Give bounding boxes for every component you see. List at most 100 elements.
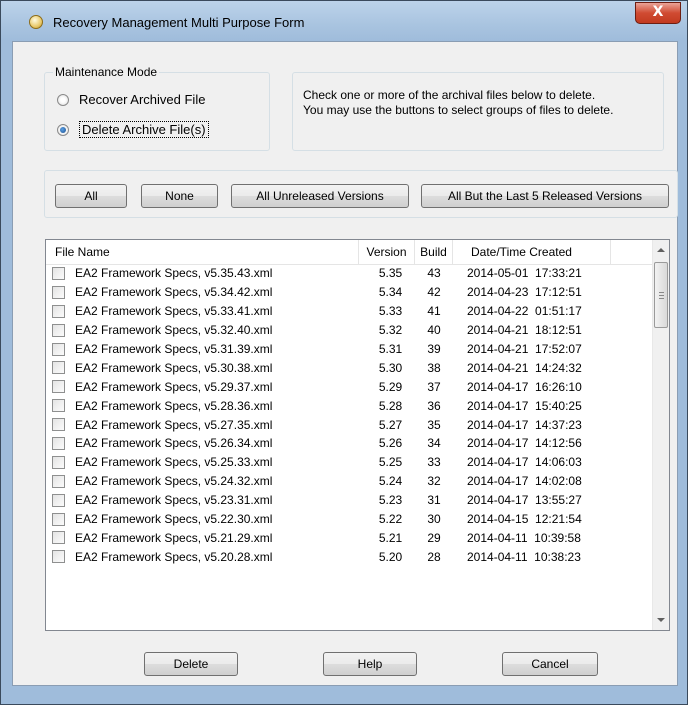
date-created: 2014-05-01 17:33:21 <box>467 266 582 281</box>
grip-line <box>659 298 664 299</box>
date-created-cell: 2014-04-23 17:12:51 <box>453 285 611 299</box>
build-cell: 28 <box>427 549 441 564</box>
file-name-cell: EA2 Framework Specs, v5.22.30.xml <box>46 512 366 526</box>
version-cell: 5.30 <box>378 360 403 375</box>
table-row[interactable]: EA2 Framework Specs, v5.31.39.xml 5.31 39 2… <box>46 340 652 359</box>
delete-archive-files-radio[interactable]: Delete Archive File(s) <box>57 121 209 138</box>
table-row[interactable]: EA2 Framework Specs, v5.22.30.xml 5.22 30 2… <box>46 510 652 529</box>
scroll-thumb[interactable] <box>654 262 668 328</box>
build-cell: 34 <box>427 436 441 451</box>
file-name-cell: EA2 Framework Specs, v5.35.43.xml <box>46 266 366 280</box>
table-row[interactable]: EA2 Framework Specs, v5.34.42.xml 5.34 42 2… <box>46 283 652 302</box>
select-all-but-last-5-button[interactable]: All But the Last 5 Released Versions <box>421 184 669 208</box>
row-checkbox[interactable] <box>52 342 65 356</box>
date-created-cell: 2014-04-11 10:38:23 <box>453 550 611 564</box>
table-row[interactable]: EA2 Framework Specs, v5.27.35.xml 5.27 35 2… <box>46 415 652 434</box>
table-row[interactable]: EA2 Framework Specs, v5.23.31.xml 5.23 31 2… <box>46 491 652 510</box>
vertical-scrollbar[interactable] <box>652 240 669 630</box>
column-header-file-name[interactable]: File Name <box>46 240 359 264</box>
table-row[interactable]: EA2 Framework Specs, v5.29.37.xml 5.29 37 2… <box>46 377 652 396</box>
column-header-build[interactable]: Build <box>415 240 453 264</box>
window-title: Recovery Management Multi Purpose Form <box>53 15 305 30</box>
date-created: 2014-04-17 14:02:08 <box>467 474 582 489</box>
scroll-up-arrow-icon[interactable] <box>657 248 665 252</box>
maintenance-mode-group: Maintenance Mode Recover Archived File D… <box>44 65 270 151</box>
select-none-button[interactable]: None <box>141 184 218 208</box>
column-header-version[interactable]: Version <box>359 240 415 264</box>
file-name: EA2 Framework Specs, v5.22.30.xml <box>75 512 273 527</box>
date-created: 2014-04-21 14:24:32 <box>467 360 582 375</box>
file-name: EA2 Framework Specs, v5.20.28.xml <box>75 549 273 564</box>
help-button[interactable]: Help <box>323 652 417 676</box>
row-checkbox[interactable] <box>52 512 65 526</box>
app-icon <box>29 15 43 29</box>
row-checkbox[interactable] <box>52 380 65 394</box>
instructions-text: Check one or more of the archival files … <box>303 88 613 118</box>
radio-button[interactable] <box>57 93 69 106</box>
table-row[interactable]: EA2 Framework Specs, v5.28.36.xml 5.28 36 2… <box>46 396 652 415</box>
version-cell: 5.34 <box>378 285 403 300</box>
date-created: 2014-04-17 13:55:27 <box>467 493 582 508</box>
date-created: 2014-04-11 10:39:58 <box>467 530 581 545</box>
build-cell: 33 <box>427 455 441 470</box>
table-row[interactable]: EA2 Framework Specs, v5.35.43.xml 5.35 43 2… <box>46 264 652 283</box>
title-bar[interactable]: Recovery Management Multi Purpose Form X <box>1 1 687 41</box>
cancel-button[interactable]: Cancel <box>502 652 598 676</box>
archive-file-list[interactable]: File Name Version Build Date/Time Create… <box>45 239 670 631</box>
table-row[interactable]: EA2 Framework Specs, v5.33.41.xml 5.33 41 2… <box>46 302 652 321</box>
file-name-cell: EA2 Framework Specs, v5.20.28.xml <box>46 550 366 564</box>
date-created: 2014-04-17 16:26:10 <box>467 379 582 394</box>
recover-archived-file-radio[interactable]: Recover Archived File <box>57 92 205 107</box>
file-name-cell: EA2 Framework Specs, v5.33.41.xml <box>46 304 366 318</box>
table-row[interactable]: EA2 Framework Specs, v5.24.32.xml 5.24 32 2… <box>46 472 652 491</box>
date-created: 2014-04-17 14:12:56 <box>467 436 582 451</box>
row-checkbox[interactable] <box>52 323 65 337</box>
row-checkbox[interactable] <box>52 266 65 280</box>
row-checkbox[interactable] <box>52 418 65 432</box>
select-all-button[interactable]: All <box>55 184 127 208</box>
build-cell: 40 <box>427 323 441 338</box>
date-created-cell: 2014-04-11 10:39:58 <box>453 531 611 545</box>
file-name-cell: EA2 Framework Specs, v5.24.32.xml <box>46 474 366 488</box>
build-cell: 41 <box>427 304 441 319</box>
table-row[interactable]: EA2 Framework Specs, v5.20.28.xml 5.20 28 2… <box>46 547 652 566</box>
row-checkbox[interactable] <box>52 531 65 545</box>
file-name: EA2 Framework Specs, v5.26.34.xml <box>75 436 273 451</box>
row-checkbox[interactable] <box>52 304 65 318</box>
row-checkbox[interactable] <box>52 474 65 488</box>
build-cell: 36 <box>427 398 441 413</box>
row-checkbox[interactable] <box>52 455 65 469</box>
column-header-date-created[interactable]: Date/Time Created <box>453 240 611 264</box>
select-unreleased-button[interactable]: All Unreleased Versions <box>231 184 409 208</box>
row-checkbox[interactable] <box>52 399 65 413</box>
scroll-down-arrow-icon[interactable] <box>657 618 665 622</box>
instructions-group: Check one or more of the archival files … <box>292 72 664 151</box>
file-name-cell: EA2 Framework Specs, v5.28.36.xml <box>46 399 366 413</box>
table-row[interactable]: EA2 Framework Specs, v5.21.29.xml 5.21 29 2… <box>46 528 652 547</box>
delete-button[interactable]: Delete <box>144 652 238 676</box>
file-name: EA2 Framework Specs, v5.35.43.xml <box>75 266 273 281</box>
close-button[interactable]: X <box>635 2 681 24</box>
file-name: EA2 Framework Specs, v5.33.41.xml <box>75 304 273 319</box>
file-name-cell: EA2 Framework Specs, v5.23.31.xml <box>46 493 366 507</box>
build-cell: 29 <box>427 530 441 545</box>
row-checkbox[interactable] <box>52 285 65 299</box>
table-row[interactable]: EA2 Framework Specs, v5.32.40.xml 5.32 40 2… <box>46 321 652 340</box>
row-checkbox[interactable] <box>52 493 65 507</box>
file-name: EA2 Framework Specs, v5.29.37.xml <box>75 379 273 394</box>
build-cell: 42 <box>427 285 441 300</box>
radio-button-selected[interactable] <box>57 123 69 136</box>
row-checkbox[interactable] <box>52 436 65 450</box>
version-cell: 5.25 <box>378 455 403 470</box>
row-checkbox[interactable] <box>52 550 65 564</box>
row-checkbox[interactable] <box>52 361 65 375</box>
version-cell: 5.26 <box>378 436 403 451</box>
table-row[interactable]: EA2 Framework Specs, v5.30.38.xml 5.30 38 2… <box>46 358 652 377</box>
table-row[interactable]: EA2 Framework Specs, v5.25.33.xml 5.25 33 2… <box>46 453 652 472</box>
version-cell: 5.20 <box>378 549 403 564</box>
date-created-cell: 2014-04-17 14:06:03 <box>453 455 611 469</box>
date-created: 2014-04-21 17:52:07 <box>467 342 582 356</box>
table-row[interactable]: EA2 Framework Specs, v5.26.34.xml 5.26 34 2… <box>46 434 652 453</box>
version-cell: 5.35 <box>378 266 403 281</box>
date-created-cell: 2014-04-21 18:12:51 <box>453 323 611 337</box>
